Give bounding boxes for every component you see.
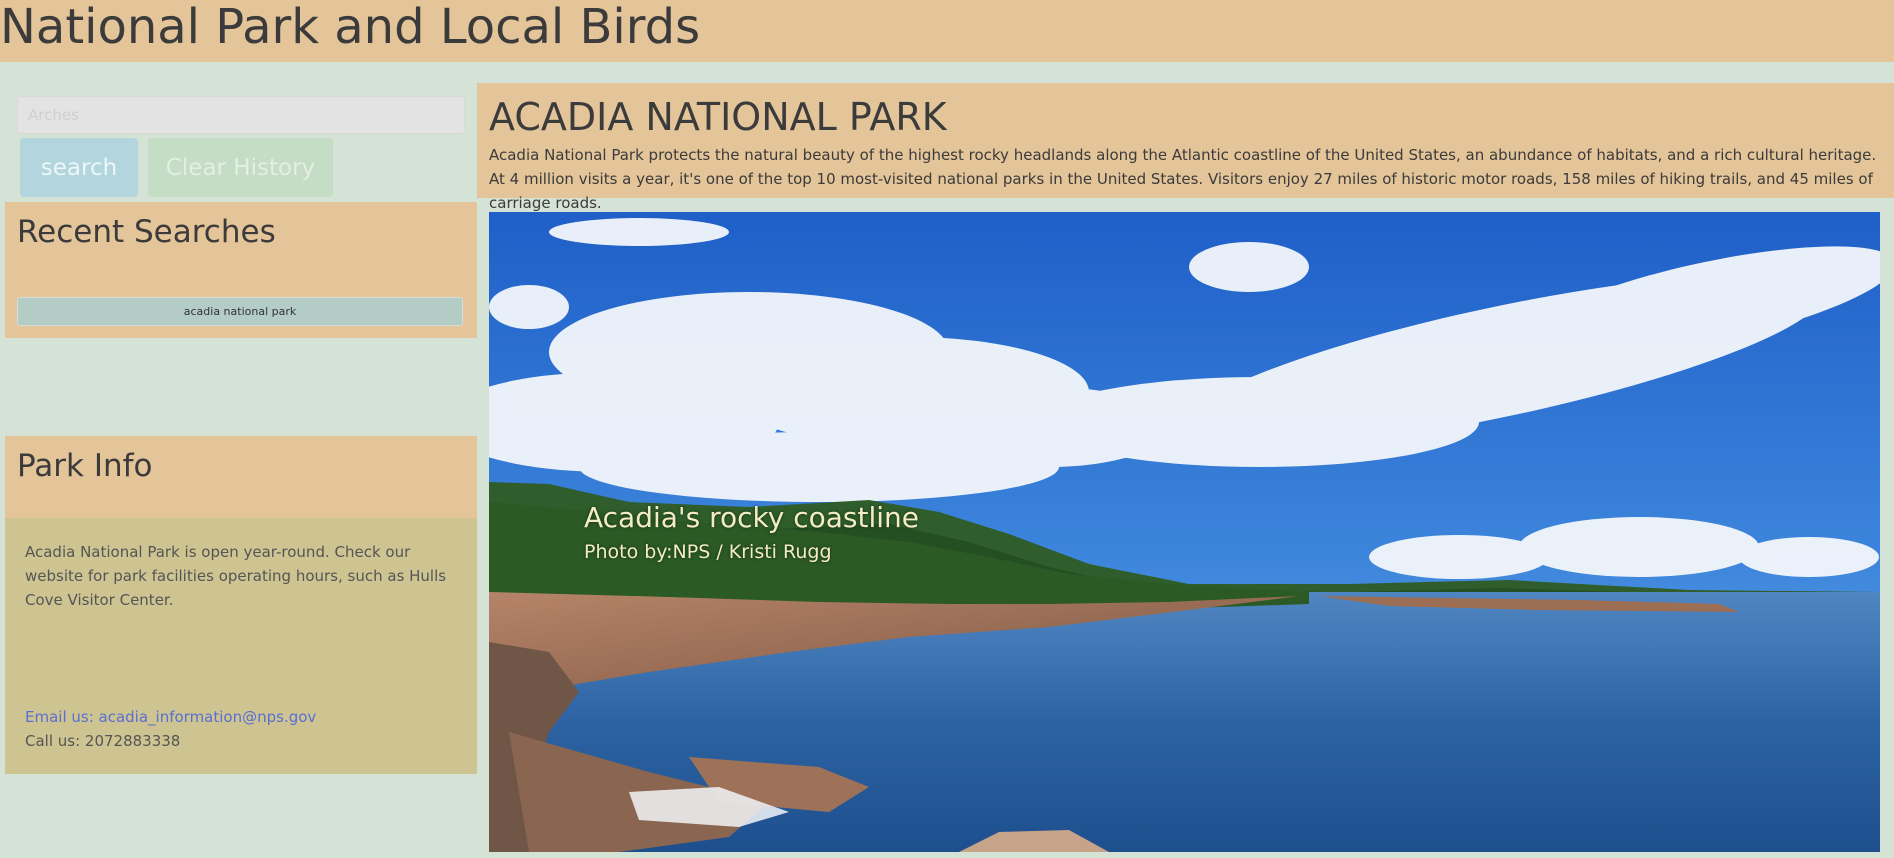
phone-number: Call us: 2072883338 xyxy=(25,732,181,750)
recent-searches-panel: Recent Searches acadia national park xyxy=(5,202,477,338)
park-info-header: Park Info xyxy=(5,436,477,518)
photo-caption: Acadia's rocky coastline xyxy=(584,501,920,534)
park-info-panel: Park Info Acadia National Park is open y… xyxy=(5,436,477,774)
park-info-text: Acadia National Park is open year-round.… xyxy=(25,543,447,609)
park-description: Acadia National Park protects the natura… xyxy=(489,146,1877,212)
park-info-title: Park Info xyxy=(17,448,153,484)
park-card: ACADIA NATIONAL PARK Acadia National Par… xyxy=(477,83,1894,212)
page-header: National Park and Local Birds xyxy=(0,0,1894,62)
park-photo: Acadia's rocky coastline Photo by:NPS / … xyxy=(489,212,1880,852)
email-link[interactable]: Email us: acadia_information@nps.gov xyxy=(25,708,316,726)
photo-credit: Photo by:NPS / Kristi Rugg xyxy=(584,541,832,563)
recent-search-item[interactable]: acadia national park xyxy=(17,297,463,326)
recent-searches-title: Recent Searches xyxy=(17,214,276,250)
park-name: ACADIA NATIONAL PARK xyxy=(489,95,947,139)
page-title: National Park and Local Birds xyxy=(0,0,701,55)
search-button[interactable]: search xyxy=(20,138,138,197)
search-input[interactable] xyxy=(17,96,465,134)
clear-history-button[interactable]: Clear History xyxy=(148,138,333,197)
